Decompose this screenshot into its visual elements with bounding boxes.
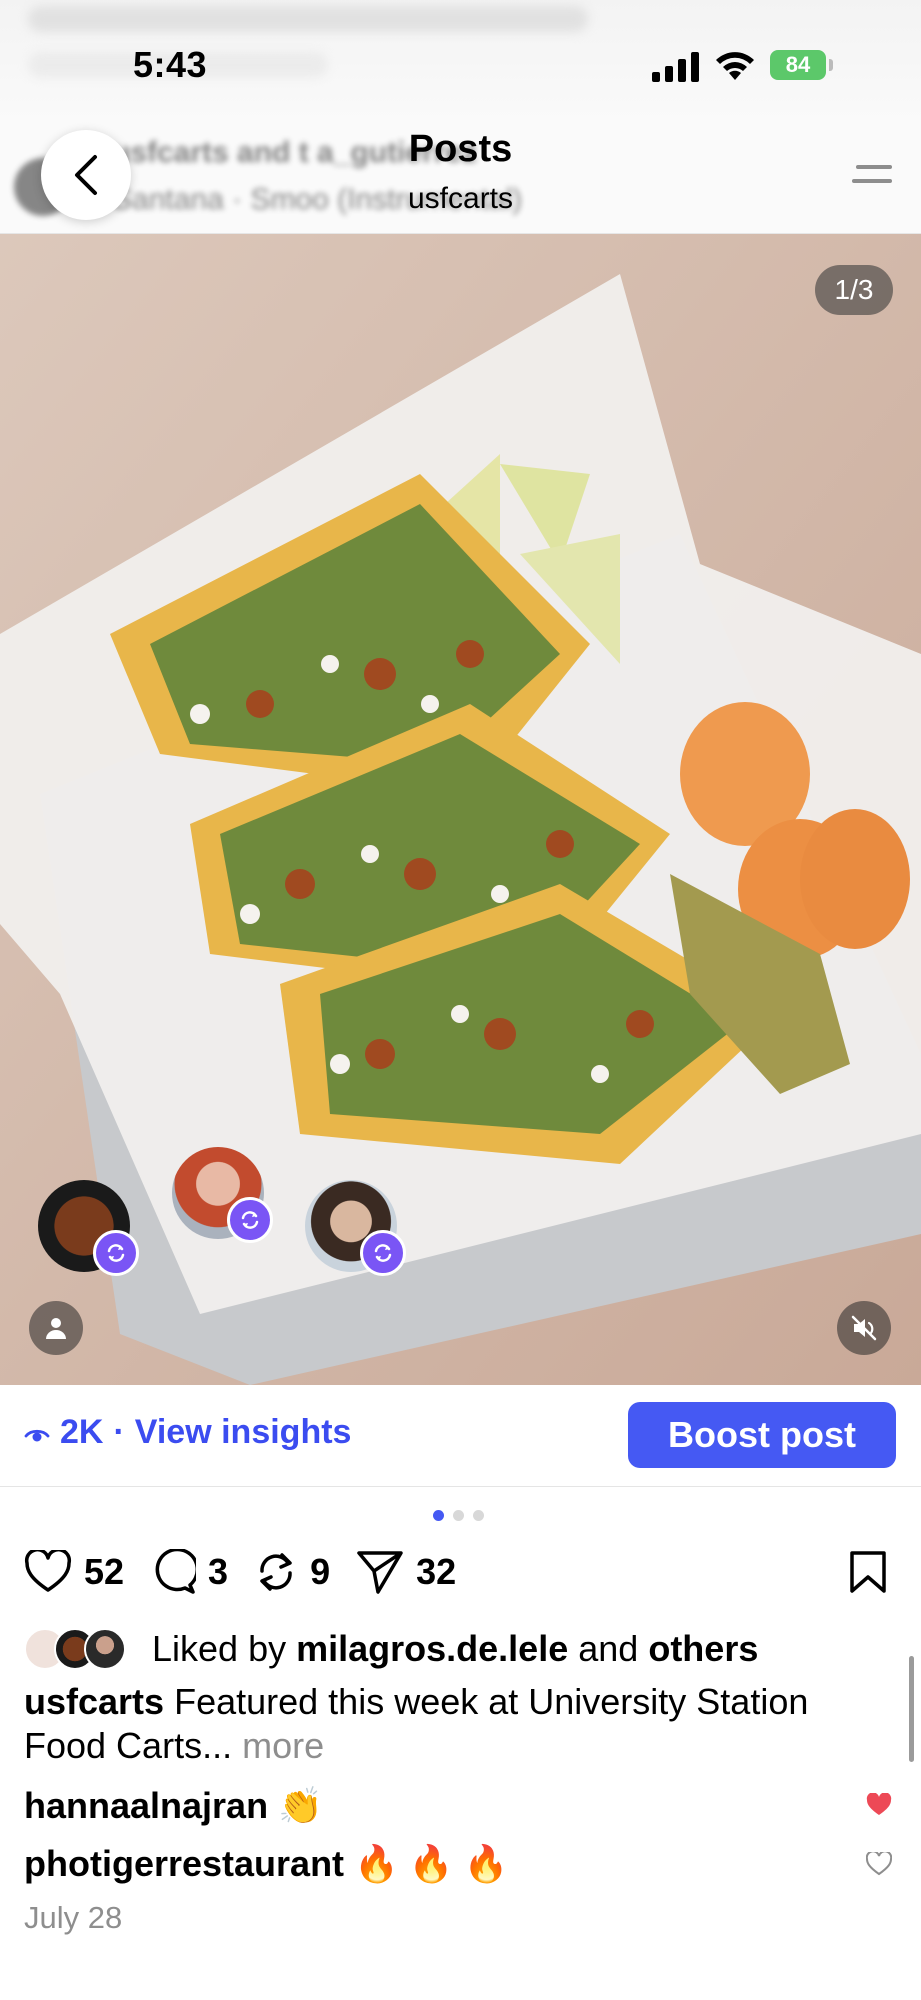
comment-user[interactable]: hannaalnajran <box>24 1785 268 1826</box>
avatar <box>84 1628 126 1670</box>
liked-by-conj: and <box>578 1628 639 1669</box>
post-date: July 28 <box>24 1900 123 1935</box>
carousel-dot-active <box>433 1510 444 1521</box>
comment-item[interactable]: hannaalnajran 👏 <box>24 1785 323 1827</box>
comment-text: 👏 <box>278 1785 323 1826</box>
comment-item[interactable]: photigerrestaurant 🔥 🔥 🔥 <box>24 1843 509 1885</box>
repost-icon <box>241 1211 259 1229</box>
action-row: 52 3 9 32 <box>24 1544 482 1600</box>
blurred-notification <box>28 6 588 32</box>
menu-icon[interactable] <box>852 163 894 187</box>
boost-post-button[interactable]: Boost post <box>628 1402 896 1468</box>
tagged-people-button[interactable] <box>29 1301 83 1355</box>
views-count: 2K <box>60 1413 104 1451</box>
repost-icon <box>107 1244 125 1262</box>
repost-badge <box>93 1230 139 1276</box>
post-image[interactable] <box>0 234 921 1385</box>
share-button[interactable]: 32 <box>356 1549 456 1595</box>
more-link[interactable]: more <box>242 1725 324 1766</box>
cellular-signal-icon <box>652 52 699 82</box>
status-time: 5:43 <box>133 44 208 85</box>
liked-by-prefix: Liked by <box>152 1628 287 1669</box>
page-subtitle: usfcarts <box>407 182 514 215</box>
like-button[interactable]: 52 <box>24 1550 124 1594</box>
share-count: 32 <box>416 1551 457 1592</box>
back-button[interactable] <box>41 130 131 220</box>
comment-like-icon[interactable] <box>866 1852 892 1876</box>
comment-user[interactable]: photigerrestaurant <box>24 1843 344 1884</box>
battery-indicator: 84 <box>770 50 826 80</box>
comment-count: 3 <box>208 1551 229 1592</box>
caption-username[interactable]: usfcarts <box>24 1681 164 1722</box>
chevron-left-icon <box>75 155 97 195</box>
comment-button[interactable]: 3 <box>150 1549 228 1595</box>
carousel-dot <box>473 1510 484 1521</box>
wifi-icon <box>716 52 754 80</box>
mute-button[interactable] <box>837 1301 891 1355</box>
carousel-indicator <box>433 1510 484 1521</box>
like-count: 52 <box>84 1551 125 1592</box>
comment-icon <box>155 1549 197 1594</box>
bookmark-icon[interactable] <box>848 1550 888 1594</box>
eye-icon <box>24 1429 50 1441</box>
repost-count: 9 <box>310 1551 331 1592</box>
comment-like-filled-icon[interactable] <box>866 1793 892 1817</box>
repost-icon <box>260 1553 292 1591</box>
liked-by-row[interactable]: Liked by milagros.de.lele and others <box>24 1628 758 1670</box>
image-counter: 1/3 <box>815 265 893 315</box>
view-insights-label: View insights <box>134 1413 352 1451</box>
battery-level: 84 <box>785 52 811 77</box>
separator: · <box>113 1413 125 1451</box>
carousel-dot <box>453 1510 464 1521</box>
page-title: Posts <box>408 128 513 170</box>
heart-icon <box>24 1550 72 1592</box>
repost-button[interactable]: 9 <box>254 1549 330 1595</box>
scrollbar[interactable] <box>909 1656 914 1762</box>
speaker-muted-icon <box>851 1315 877 1341</box>
person-icon <box>46 1318 66 1339</box>
repost-icon <box>374 1244 392 1262</box>
repost-badge <box>227 1197 273 1243</box>
liked-by-others[interactable]: others <box>648 1628 758 1670</box>
tacos-photo <box>0 234 921 1385</box>
send-icon <box>357 1551 403 1594</box>
view-insights-link[interactable]: 2K · View insights <box>24 1413 351 1452</box>
comment-text: 🔥 🔥 🔥 <box>354 1843 509 1884</box>
liked-by-user[interactable]: milagros.de.lele <box>296 1628 568 1670</box>
battery-tip <box>829 59 833 71</box>
repost-badge <box>360 1230 406 1276</box>
post-caption: usfcarts Featured this week at Universit… <box>24 1680 894 1768</box>
